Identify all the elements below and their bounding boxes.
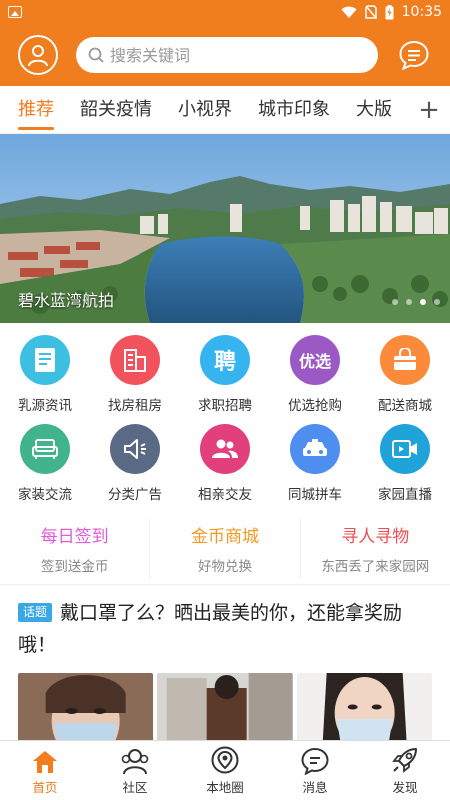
grid-item-news[interactable]: 乳源资讯 bbox=[0, 331, 90, 420]
carousel-dot-active bbox=[420, 299, 426, 305]
wifi-icon bbox=[341, 6, 357, 18]
tab-small-view[interactable]: 小视界 bbox=[178, 86, 232, 133]
no-sim-icon bbox=[364, 5, 377, 19]
rocket-icon bbox=[392, 748, 417, 773]
lost-and-found-card[interactable]: 寻人寻物 东西丢了来家园网 bbox=[301, 519, 450, 578]
sofa-icon bbox=[20, 424, 70, 474]
coin-mall-card[interactable]: 金币商城 好物兑换 bbox=[150, 519, 301, 578]
thumbnail-image[interactable] bbox=[18, 673, 154, 743]
search-icon bbox=[88, 47, 104, 63]
tab-more-partial[interactable]: 大版 bbox=[356, 86, 392, 133]
carousel-dot bbox=[434, 299, 440, 305]
tab-recommended[interactable]: 推荐 bbox=[18, 86, 54, 133]
banner-caption: 碧水蓝湾航拍 bbox=[18, 291, 115, 310]
grid-item-dating[interactable]: 相亲交友 bbox=[180, 420, 270, 509]
community-icon bbox=[121, 749, 149, 775]
carousel-dot bbox=[392, 299, 398, 305]
banner-carousel[interactable]: 碧水蓝湾航拍 bbox=[0, 134, 450, 323]
grid-item-flash-sale[interactable]: 优选 优选抢购 bbox=[270, 331, 360, 420]
nav-discover[interactable]: 发现 bbox=[360, 741, 450, 800]
thumbnail-image[interactable] bbox=[157, 673, 293, 743]
carousel-indicator bbox=[392, 299, 440, 305]
clock: 10:35 bbox=[401, 4, 442, 20]
grid-item-home-decor[interactable]: 家装交流 bbox=[0, 420, 90, 509]
topic-thumbnails bbox=[0, 661, 450, 743]
flash-sale-icon: 优选 bbox=[290, 335, 340, 385]
user-icon bbox=[28, 45, 48, 67]
app-header bbox=[0, 24, 450, 86]
topic-title: 戴口罩了么？晒出最美的你，还能拿奖励哦！ bbox=[18, 602, 403, 656]
bottom-navigation: 首页 社区 本地圈 消息 发现 bbox=[0, 740, 450, 800]
home-icon bbox=[33, 751, 57, 773]
nav-community[interactable]: 社区 bbox=[90, 741, 180, 800]
nav-home[interactable]: 首页 bbox=[0, 741, 90, 800]
grid-item-housing[interactable]: 找房租房 bbox=[90, 331, 180, 420]
category-tabs: 推荐 韶关疫情 小视界 城市印象 大版 + bbox=[0, 86, 450, 134]
carousel-dot bbox=[406, 299, 412, 305]
grid-item-classifieds[interactable]: 分类广告 bbox=[90, 420, 180, 509]
recruit-icon: 聘 bbox=[200, 335, 250, 385]
gallery-notification-icon bbox=[8, 6, 22, 18]
people-icon bbox=[200, 424, 250, 474]
newspaper-icon bbox=[20, 335, 70, 385]
taxi-icon bbox=[290, 424, 340, 474]
status-bar: 10:35 bbox=[0, 0, 450, 24]
chat-bubble-icon bbox=[399, 40, 429, 71]
building-icon bbox=[110, 335, 160, 385]
feature-grid: 乳源资讯 找房租房 聘 求职招聘 优选 优选抢购 配送商城 家装交流 分类广告 bbox=[0, 323, 450, 509]
topic-post[interactable]: 话题 戴口罩了么？晒出最美的你，还能拿奖励哦！ bbox=[0, 585, 450, 661]
video-icon bbox=[380, 424, 430, 474]
promo-row: 每日签到 签到送金币 金币商城 好物兑换 寻人寻物 东西丢了来家园网 bbox=[0, 513, 450, 585]
nav-messages[interactable]: 消息 bbox=[270, 741, 360, 800]
shopping-bag-icon bbox=[380, 335, 430, 385]
topic-badge: 话题 bbox=[18, 603, 53, 622]
tab-city-impression[interactable]: 城市印象 bbox=[258, 86, 330, 133]
grid-item-shop[interactable]: 配送商城 bbox=[360, 331, 450, 420]
thumbnail-image[interactable] bbox=[296, 673, 432, 743]
profile-button[interactable] bbox=[18, 35, 58, 75]
grid-item-carpool[interactable]: 同城拼车 bbox=[270, 420, 360, 509]
search-input[interactable] bbox=[110, 45, 366, 65]
messages-button[interactable] bbox=[396, 37, 432, 73]
megaphone-icon bbox=[110, 424, 160, 474]
local-circle-icon bbox=[211, 746, 239, 774]
search-bar[interactable] bbox=[76, 37, 378, 73]
daily-checkin-card[interactable]: 每日签到 签到送金币 bbox=[0, 519, 151, 578]
grid-item-live[interactable]: 家园直播 bbox=[360, 420, 450, 509]
add-tab-button[interactable]: + bbox=[408, 86, 450, 133]
plus-icon: + bbox=[418, 95, 440, 125]
tab-shaoguan-epidemic[interactable]: 韶关疫情 bbox=[80, 86, 152, 133]
grid-item-jobs[interactable]: 聘 求职招聘 bbox=[180, 331, 270, 420]
message-icon bbox=[301, 747, 329, 775]
battery-charging-icon bbox=[385, 4, 394, 19]
nav-local-circle[interactable]: 本地圈 bbox=[180, 741, 270, 800]
